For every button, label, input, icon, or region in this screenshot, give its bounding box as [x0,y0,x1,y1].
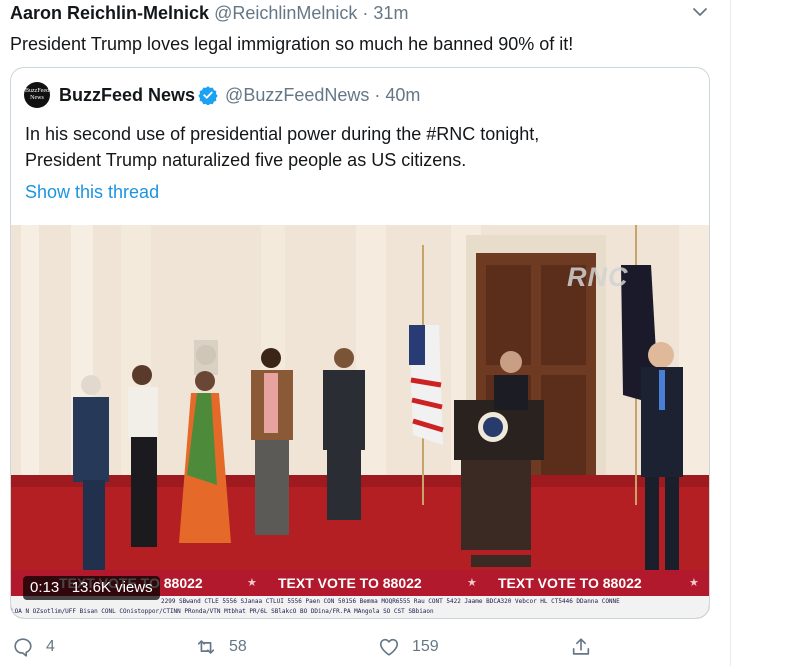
quoted-tweet-header: BuzzFeed News @BuzzFeedNews · 40m [59,84,420,106]
star-icon: ★ [247,577,257,589]
quoted-text-line-2: President Trump naturalized five people … [25,150,467,170]
reply-icon [14,638,32,657]
author-handle[interactable]: @ReichlinMelnick [214,3,357,23]
star-icon: ★ [689,577,699,589]
video-time: 0:13 [30,579,60,596]
quoted-tweet[interactable]: BuzzFeed News BuzzFeed News @BuzzFeedNew… [10,67,710,619]
like-button[interactable]: 159 [378,632,439,662]
share-icon [572,638,590,655]
tweet-timestamp[interactable]: 31m [373,3,408,23]
ticker-text: TEXT VOTE TO 88022 [498,575,642,591]
quoted-author-name[interactable]: BuzzFeed News [59,85,195,105]
quoted-tweet-text: In his second use of presidential power … [25,121,539,173]
author-name[interactable]: Aaron Reichlin-Melnick [10,3,209,23]
tweet-text: President Trump loves legal immigration … [10,34,574,54]
retweet-count: 58 [229,638,247,655]
quoted-author-handle[interactable]: @BuzzFeedNews [225,85,369,105]
heart-icon [379,638,399,656]
tweet-actions: 4 58 159 [10,632,710,662]
quoted-text-line-1: In his second use of presidential power … [25,124,540,144]
verified-badge-icon [198,86,218,105]
video-player[interactable]: RNC TEXT VOTE TO 88022 ★ TEXT VOTE TO 88… [11,225,709,618]
crawl-line-2: LOA N OZsotlim/UFF Bisan CONL COnistoppo… [11,608,434,615]
retweet-icon [197,640,215,654]
share-button[interactable] [570,632,592,662]
show-thread-link[interactable]: Show this thread [25,181,159,203]
video-stats-badge: 0:13 13.6K views [23,576,160,600]
reply-button[interactable]: 4 [12,632,55,662]
crawl-line-1: 2299 SBwand CTLE 5556 SJanaa CTLUI 5556 … [161,598,620,605]
separator-dot: · [362,3,369,23]
like-count: 159 [412,638,439,655]
separator-dot: · [374,85,381,105]
tweet-header: Aaron Reichlin-Melnick @ReichlinMelnick … [10,2,408,24]
video-views: 13.6K views [71,579,153,596]
quoted-tweet-timestamp[interactable]: 40m [385,85,420,105]
chevron-down-icon[interactable] [690,4,710,20]
buzzfeed-avatar[interactable]: BuzzFeed News [24,82,50,108]
reply-count: 4 [46,638,55,655]
avatar-logo-text: BuzzFeed News [25,88,49,101]
star-icon: ★ [467,577,477,589]
column-divider [730,0,731,666]
retweet-button[interactable]: 58 [195,632,247,662]
rnc-watermark: RNC [567,262,629,292]
ticker-text: TEXT VOTE TO 88022 [278,575,422,591]
